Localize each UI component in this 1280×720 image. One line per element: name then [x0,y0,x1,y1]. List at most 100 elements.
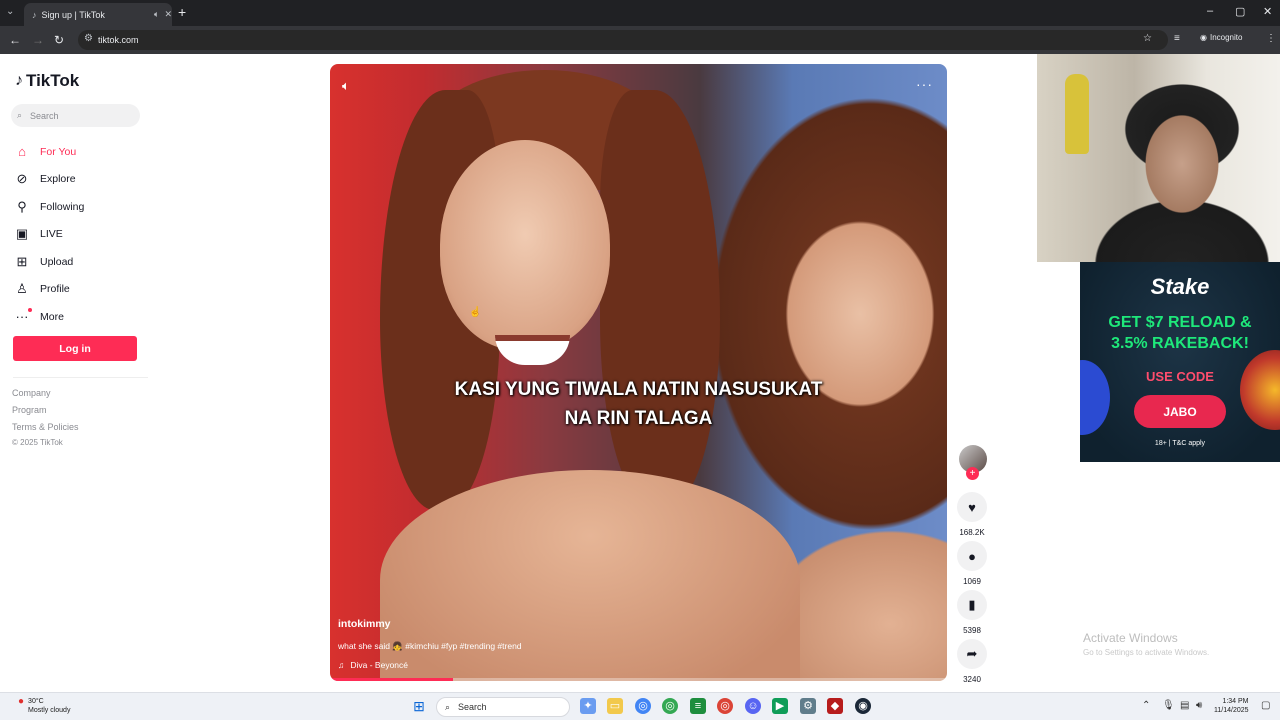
following-icon: ⚲ [17,198,27,214]
close-window-button[interactable]: ✕ [1263,5,1272,18]
video-progress-fill [330,678,454,681]
close-tab-icon[interactable]: ✕ [164,9,172,20]
tab-title: Sign up | TikTok [41,9,105,20]
notepad-icon[interactable]: ≡ [690,698,706,714]
browser-tab[interactable]: ♪ Sign up | TikTok 🔈︎ ✕ [24,3,172,26]
like-button[interactable]: ♥ 168.2K [957,492,987,537]
speaker-icon[interactable]: 🔈︎ [154,9,159,20]
chrome-icon[interactable]: ◎ [635,698,651,714]
weather-widget[interactable]: ● 30°C Mostly cloudy [18,697,70,715]
activate-windows-title: Activate Windows [1083,631,1178,645]
video-progress-bar[interactable] [330,678,947,681]
dota-icon[interactable]: ◆ [827,698,843,714]
background-person [1065,74,1089,154]
system-clock[interactable]: 1:34 PM 11/14/2025 [1214,697,1249,715]
sidebar-item-profile[interactable]: ♙ Profile [14,276,174,304]
volume-tray-icon[interactable]: 🔊︎ [1196,700,1202,711]
video-author[interactable]: intokimmy [338,618,391,630]
incognito-label: Incognito [1209,33,1243,42]
discord-icon[interactable]: ☺ [745,698,761,714]
ad-decoration-wheel [1240,350,1280,430]
chrome-alt-icon[interactable]: ◎ [717,698,733,714]
bookmark-star-icon[interactable]: ☆ [1143,33,1152,44]
browser-menu-icon[interactable]: ⋮ [1266,33,1276,44]
network-icon[interactable]: ▤ [1180,700,1189,711]
microphone-icon[interactable]: 🎙︎ [1162,700,1175,711]
windows-taskbar: ● 30°C Mostly cloudy ⊞ ⌕ Search ✦ ▭ ◎ ◎ … [0,692,1280,720]
tiktok-logo[interactable]: ♪ TikTok [15,71,79,91]
sidebar-nav: ⌂ For You ⊘ Explore ⚲ Following ▣ LIVE ⊞… [14,138,174,331]
footer-program-link[interactable]: Program [12,405,47,415]
chrome-profile-icon[interactable]: ◎ [662,698,678,714]
tab-search-icon[interactable]: ⌄ [6,6,14,17]
stake-ad-banner[interactable]: Stake GET $7 RELOAD & 3.5% RAKEBACK! USE… [1080,262,1280,462]
compass-icon: ⊘ [16,171,28,187]
share-count: 3240 [963,675,981,684]
steam-icon[interactable]: ◉ [855,698,871,714]
save-count: 5398 [963,626,981,635]
taskbar-search[interactable]: ⌕ Search [436,697,570,717]
share-icon: ➦ [957,639,987,669]
forward-icon[interactable]: → [32,33,44,47]
volume-icon[interactable]: 🔈︎ [342,78,350,94]
mouse-cursor-icon: ☝ [469,307,482,318]
sidebar-item-live[interactable]: ▣ LIVE [14,221,174,249]
url-text: tiktok.com [98,35,139,45]
tray-overflow-icon[interactable]: ⌃ [1142,700,1150,711]
share-button[interactable]: ➦ 3240 [957,639,987,684]
video-frame-smile [495,335,570,365]
ad-headline-line-1: GET $7 RELOAD & [1108,314,1252,331]
clock-date: 11/14/2025 [1214,707,1249,714]
sidebar-item-label: LIVE [40,228,63,241]
copilot-icon[interactable]: ✦ [580,698,596,714]
reload-icon[interactable]: ↻ [54,33,64,47]
footer-company-link[interactable]: Company [12,388,51,398]
minimize-button[interactable]: – [1207,5,1213,17]
windows-start-icon[interactable]: ⊞ [411,698,427,714]
media-controls-icon[interactable]: ≡ [1174,33,1180,44]
sidebar-item-label: Following [40,200,85,213]
video-description[interactable]: what she said 👧 #kimchiu #fyp #trending … [338,641,522,652]
incognito-icon: ◉ [1200,33,1207,42]
video-options-icon[interactable]: ··· [916,76,933,92]
settings-icon[interactable]: ⚙ [800,698,816,714]
sidebar-item-explore[interactable]: ⊘ Explore [14,166,174,194]
activate-windows-subtitle: Go to Settings to activate Windows. [1083,648,1210,657]
search-icon: ⌕ [17,110,23,120]
ad-code-button[interactable]: JABO [1134,395,1226,428]
url-field[interactable]: tiktok.com [78,30,1168,50]
footer-copyright: © 2025 TikTok [12,438,63,447]
back-icon[interactable]: ← [9,33,21,47]
file-explorer-icon[interactable]: ▭ [607,698,623,714]
caption-line-2: NA RIN TALAGA [564,408,713,429]
upload-icon: ⊞ [16,253,28,269]
maximize-button[interactable]: ▢ [1235,5,1245,18]
ad-headline: GET $7 RELOAD & 3.5% RAKEBACK! [1080,312,1280,354]
save-button[interactable]: ▮ 5398 [957,590,987,635]
caption-line-1: KASI YUNG TIWALA NATIN NASUSUKAT [454,379,823,400]
clock-time: 1:34 PM [1222,698,1249,705]
notifications-icon[interactable]: ▢ [1261,700,1270,711]
sidebar-item-more[interactable]: ··· More [14,303,174,331]
sidebar-item-following[interactable]: ⚲ Following [14,193,174,221]
footer-terms-link[interactable]: Terms & Policies [12,422,79,432]
sidebar-item-label: Upload [40,255,74,268]
site-info-icon[interactable]: ⚙ [84,33,93,44]
follow-plus-icon[interactable]: + [966,467,979,480]
login-button[interactable]: Log in [13,336,137,361]
media-app-icon[interactable]: ▶ [772,698,788,714]
ad-brand: Stake [1150,274,1210,299]
incognito-indicator[interactable]: ◉ Incognito [1200,33,1242,42]
music-title: Diva - Beyoncé [350,660,409,670]
video-player[interactable]: 🔈︎ ··· KASI YUNG TIWALA NATIN NASUSUKAT … [330,64,947,681]
video-music[interactable]: ♫ Diva - Beyoncé [338,660,408,670]
sidebar-item-for-you[interactable]: ⌂ For You [14,138,174,166]
search-input[interactable]: ⌕ Search [11,104,140,127]
comment-button[interactable]: ● 1069 [957,541,987,586]
sidebar-item-label: Explore [40,173,76,186]
sidebar-item-upload[interactable]: ⊞ Upload [14,248,174,276]
comment-count: 1069 [963,577,981,586]
new-tab-button[interactable]: + [178,4,186,20]
browser-tab-bar: ⌄ ♪ Sign up | TikTok 🔈︎ ✕ + – ▢ ✕ [0,0,1280,26]
more-icon: ··· [15,308,32,325]
